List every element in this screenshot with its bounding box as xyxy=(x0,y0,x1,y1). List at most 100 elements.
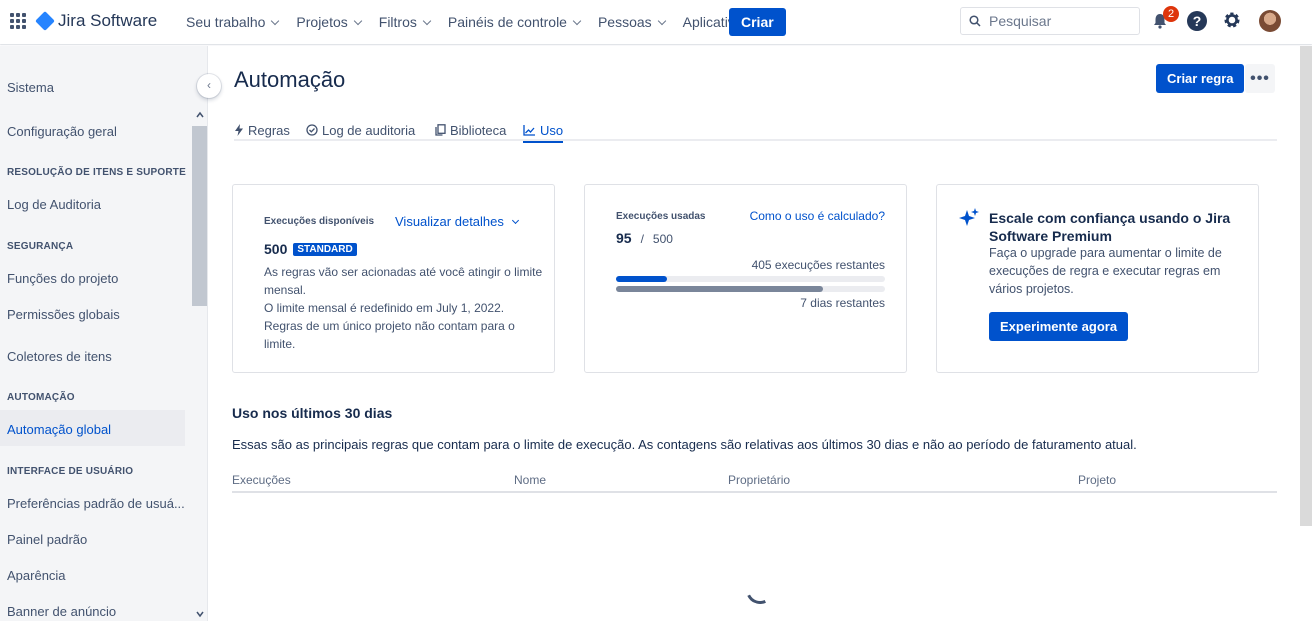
menu-filters[interactable]: Filtros xyxy=(378,14,432,30)
sidebar-item-general-config[interactable]: Configuração geral xyxy=(7,124,117,139)
used-executions-label: Execuções usadas xyxy=(616,211,706,222)
tab-label: Log de auditoria xyxy=(322,122,416,138)
sidebar-section-user-interface: INTERFACE DE USUÁRIO xyxy=(7,466,134,477)
description-line: limite. xyxy=(264,337,296,351)
scroll-up-arrow-icon[interactable] xyxy=(195,110,205,120)
tab-usage[interactable]: Uso xyxy=(523,119,564,143)
page-title: Automação xyxy=(234,67,346,92)
sidebar-item-look-and-feel[interactable]: Aparência xyxy=(7,568,66,583)
sparkle-icon xyxy=(959,208,979,226)
tab-rules[interactable]: Regras xyxy=(234,119,290,141)
menu-label: Pessoas xyxy=(597,14,652,30)
execution-limit-value: 500 xyxy=(264,241,288,257)
settings-gear-icon[interactable] xyxy=(1222,10,1242,30)
execution-limit: 500 STANDARD xyxy=(264,241,357,257)
executions-bar-fill xyxy=(616,276,667,282)
used-executions-card: Execuções usadas Como o uso é calculado?… xyxy=(584,184,907,373)
sidebar-item-global-permissions[interactable]: Permissões globais xyxy=(7,307,120,322)
available-executions-label: Execuções disponíveis xyxy=(264,216,375,227)
search-icon xyxy=(969,15,981,27)
chevron-down-icon xyxy=(511,216,519,224)
tab-label: Uso xyxy=(540,122,564,138)
top-navigation: Jira Software Seu trabalho Projetos Filt… xyxy=(0,0,1312,44)
used-count: 95 xyxy=(616,230,632,246)
menu-label: Projetos xyxy=(296,14,348,30)
column-name[interactable]: Nome xyxy=(514,473,546,487)
premium-title: Escale com confiança usando o Jira Softw… xyxy=(989,210,1231,244)
chevron-down-icon xyxy=(422,16,432,25)
view-details-link[interactable]: Visualizar detalhes xyxy=(395,214,519,229)
create-rule-button[interactable]: Criar regra xyxy=(1156,64,1245,93)
menu-dashboards[interactable]: Painéis de controle xyxy=(448,14,582,30)
try-now-button[interactable]: Experimente agora xyxy=(989,312,1129,341)
usage-section-description: Essas são as principais regras que conta… xyxy=(232,437,1137,452)
usage-table-header: Execuções Nome Proprietário Projeto xyxy=(232,471,1277,493)
sidebar-item-audit-log[interactable]: Log de Auditoria xyxy=(7,197,101,212)
menu-people[interactable]: Pessoas xyxy=(597,14,666,30)
more-actions-button[interactable]: ••• xyxy=(1245,64,1275,93)
column-owner[interactable]: Proprietário xyxy=(728,473,790,487)
sidebar-item-issue-collectors[interactable]: Coletores de itens xyxy=(7,349,112,364)
search-box[interactable] xyxy=(960,7,1140,35)
bolt-icon xyxy=(235,124,243,136)
tab-library[interactable]: Biblioteca xyxy=(435,119,506,141)
jira-logo[interactable]: Jira Software xyxy=(35,11,158,31)
plan-badge: STANDARD xyxy=(293,242,357,256)
available-description: As regras vão ser acionadas até você ati… xyxy=(264,263,549,353)
days-remaining: 7 dias restantes xyxy=(800,296,885,310)
create-button[interactable]: Criar xyxy=(729,8,786,36)
premium-description: Faça o upgrade para aumentar o limite de… xyxy=(989,246,1222,296)
sidebar-item-announcement-banner[interactable]: Banner de anúncio xyxy=(7,604,116,619)
chevron-down-icon xyxy=(657,16,666,25)
page-scrollbar[interactable] xyxy=(1300,46,1312,526)
chevron-left-icon: ‹ xyxy=(207,78,211,92)
tab-audit-log[interactable]: Log de auditoria xyxy=(306,119,415,141)
premium-upsell-card: Escale com confiança usando o Jira Softw… xyxy=(936,184,1259,373)
check-circle-icon xyxy=(306,124,318,136)
sidebar-item-user-defaults[interactable]: Preferências padrão de usuá... xyxy=(7,496,185,511)
loading-spinner-icon xyxy=(742,572,778,608)
chevron-down-icon xyxy=(353,16,363,25)
scroll-down-arrow-icon[interactable] xyxy=(195,609,205,619)
help-icon[interactable]: ? xyxy=(1187,11,1207,31)
sidebar-item-global-automation[interactable]: Automação global xyxy=(7,422,111,437)
usage-separator: / xyxy=(640,232,644,246)
usage-total: 500 xyxy=(652,232,673,246)
column-executions[interactable]: Execuções xyxy=(232,473,291,487)
description-line: mensal. xyxy=(264,283,307,297)
remaining-executions: 405 execuções restantes xyxy=(751,258,885,272)
chevron-down-icon xyxy=(271,16,280,25)
automation-tabs: Regras Log de auditoria Biblioteca Uso xyxy=(234,117,1277,143)
usage-count: 95 / 500 xyxy=(616,230,673,246)
admin-sidebar: Sistema Configuração geral RESOLUÇÃO DE … xyxy=(0,46,208,621)
app-switcher-icon[interactable] xyxy=(10,13,26,29)
sidebar-section-automation: AUTOMAÇÃO xyxy=(7,392,75,403)
usage-section-title: Uso nos últimos 30 dias xyxy=(232,405,393,421)
available-executions-card: Execuções disponíveis Visualizar detalhe… xyxy=(232,184,555,373)
menu-label: Filtros xyxy=(378,14,417,30)
collapse-sidebar-button[interactable]: ‹ xyxy=(197,74,221,98)
sidebar-scrollbar-thumb[interactable] xyxy=(192,126,207,306)
sidebar-item-system[interactable]: Sistema xyxy=(7,80,54,95)
menu-projects[interactable]: Projetos xyxy=(296,14,363,30)
primary-menu: Seu trabalho Projetos Filtros Painéis de… xyxy=(186,0,781,44)
chevron-down-icon xyxy=(572,16,582,25)
search-input[interactable] xyxy=(989,13,1129,29)
sidebar-section-issues-support: RESOLUÇÃO DE ITENS E SUPORTE xyxy=(7,167,186,178)
menu-your-work[interactable]: Seu trabalho xyxy=(186,14,280,30)
how-usage-calculated-link[interactable]: Como o uso é calculado? xyxy=(750,209,885,223)
jira-logo-icon xyxy=(35,11,55,31)
sidebar-section-security: SEGURANÇA xyxy=(7,241,74,252)
sidebar-item-project-roles[interactable]: Funções do projeto xyxy=(7,271,118,286)
menu-label: Seu trabalho xyxy=(186,14,266,30)
description-line: Regras de um único projeto não contam pa… xyxy=(264,319,515,333)
column-project[interactable]: Projeto xyxy=(1078,473,1116,487)
notification-count-badge: 2 xyxy=(1163,6,1179,22)
logo-text: Jira Software xyxy=(58,11,158,30)
description-line: O limite mensal é redefinido em July 1, … xyxy=(264,301,505,315)
sidebar-item-default-dashboard[interactable]: Painel padrão xyxy=(7,532,87,547)
copy-icon xyxy=(435,124,446,136)
tab-label: Regras xyxy=(248,122,290,138)
user-avatar[interactable] xyxy=(1259,10,1281,32)
chart-icon xyxy=(523,124,535,136)
